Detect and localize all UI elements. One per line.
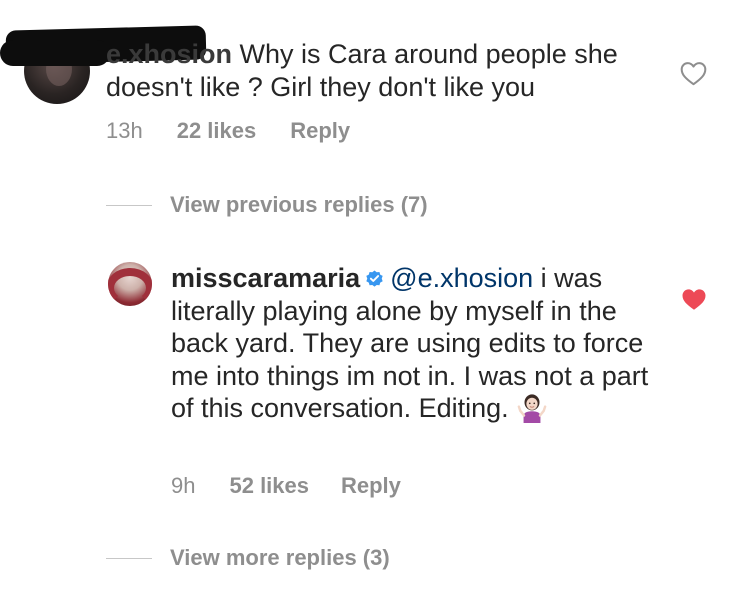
reply-likes-count[interactable]: 52 likes: [229, 473, 309, 499]
comment-username[interactable]: e.xhosion: [106, 39, 232, 69]
reply-timestamp: 9h: [171, 473, 196, 498]
reply-button[interactable]: Reply: [290, 118, 350, 144]
reply-avatar[interactable]: [108, 262, 152, 306]
view-more-replies-button[interactable]: View more replies (3): [106, 545, 390, 571]
reply-body: misscaramaria @e.xhosion i was literally…: [171, 262, 651, 425]
redaction-scribble: [0, 40, 110, 66]
person-shrugging-emoji-icon: [517, 394, 547, 423]
comment-body: e.xhosion Why is Cara around people she …: [106, 38, 666, 104]
verified-badge-icon: [366, 270, 383, 287]
reply-username[interactable]: misscaramaria: [171, 263, 360, 293]
like-heart-icon[interactable]: [680, 61, 707, 86]
view-more-replies-label: View more replies (3): [170, 545, 390, 570]
liked-heart-icon[interactable]: [681, 288, 707, 311]
comment-timestamp: 13h: [106, 118, 143, 143]
view-previous-replies-button[interactable]: View previous replies (7): [106, 192, 428, 218]
reply-meta: 9h 52 likes Reply: [171, 473, 401, 499]
reply-mention-link[interactable]: @e.xhosion: [390, 263, 533, 293]
comment-likes-count[interactable]: 22 likes: [177, 118, 257, 144]
view-previous-replies-label: View previous replies (7): [170, 192, 428, 217]
divider-line: [106, 204, 152, 206]
comment-meta: 13h 22 likes Reply: [106, 118, 350, 144]
divider-line: [106, 557, 152, 559]
reply-button[interactable]: Reply: [341, 473, 401, 499]
